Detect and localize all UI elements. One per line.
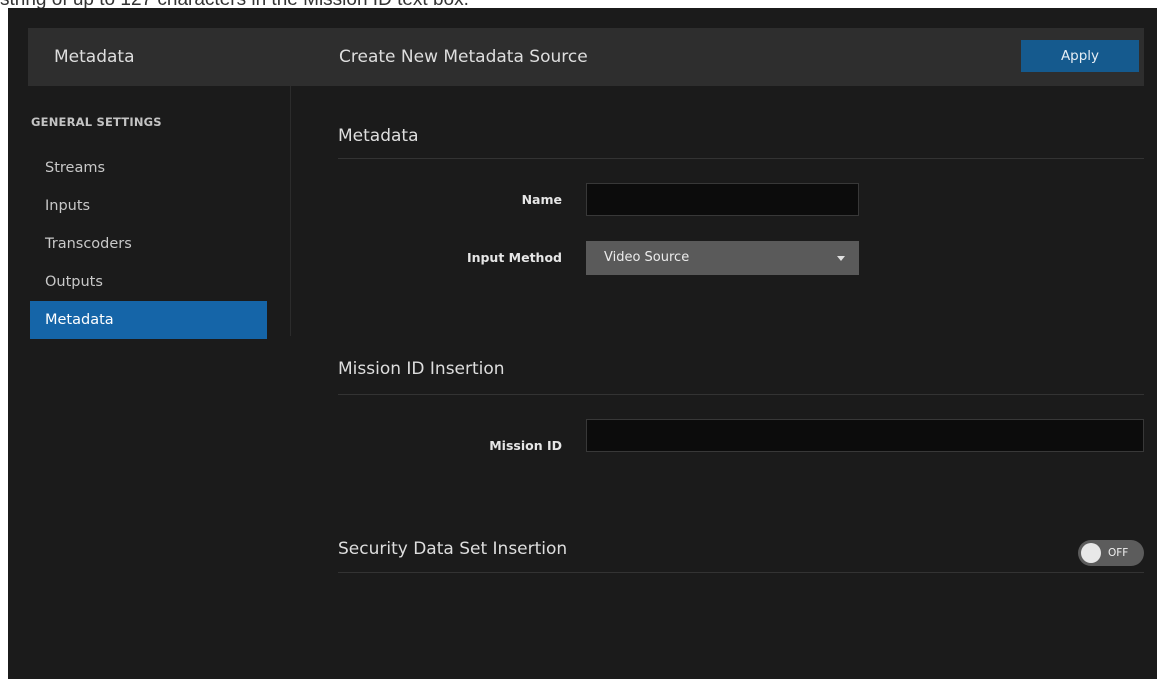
section-title-security-data-set: Security Data Set Insertion (338, 539, 568, 559)
sidebar-item-label: Streams (45, 160, 106, 176)
page-title: Create New Metadata Source (339, 47, 588, 67)
toggle-state-label: OFF (1108, 547, 1129, 559)
sidebar-item-metadata[interactable]: Metadata (30, 301, 267, 339)
metadata-app: Metadata Create New Metadata Source Appl… (8, 8, 1157, 679)
section-divider (338, 394, 1144, 395)
toggle-knob (1081, 543, 1101, 563)
sidebar-item-inputs[interactable]: Inputs (30, 187, 267, 225)
input-method-select[interactable]: Video Source (586, 241, 859, 275)
sidebar-item-transcoders[interactable]: Transcoders (30, 225, 267, 263)
sidebar-divider (290, 86, 291, 336)
sidebar-item-label: Outputs (45, 274, 103, 290)
input-method-label: Input Method (466, 250, 562, 265)
section-title-mission-id: Mission ID Insertion (338, 359, 505, 379)
security-data-set-toggle[interactable]: OFF (1078, 540, 1144, 566)
section-divider (338, 158, 1144, 159)
sidebar-header: Metadata (28, 28, 290, 86)
sidebar-heading: GENERAL SETTINGS (31, 115, 162, 129)
name-input[interactable] (586, 183, 859, 216)
mission-id-label: Mission ID (489, 438, 562, 453)
sidebar-item-label: Transcoders (45, 236, 132, 252)
sidebar-header-title: Metadata (54, 47, 135, 67)
input-method-value: Video Source (604, 250, 690, 265)
sidebar-item-label: Inputs (45, 198, 91, 214)
apply-button[interactable]: Apply (1021, 40, 1139, 72)
sidebar: GENERAL SETTINGS Streams Inputs Transcod… (28, 86, 290, 339)
sidebar-item-outputs[interactable]: Outputs (30, 263, 267, 301)
section-divider (338, 572, 1144, 573)
sidebar-item-streams[interactable]: Streams (30, 149, 267, 187)
mission-id-input[interactable] (586, 419, 1144, 452)
top-bar: Metadata Create New Metadata Source Appl… (28, 28, 1144, 86)
sidebar-item-label: Metadata (45, 312, 114, 328)
name-label: Name (521, 192, 562, 207)
caret-down-icon (837, 256, 845, 261)
section-title-metadata: Metadata (338, 126, 419, 146)
